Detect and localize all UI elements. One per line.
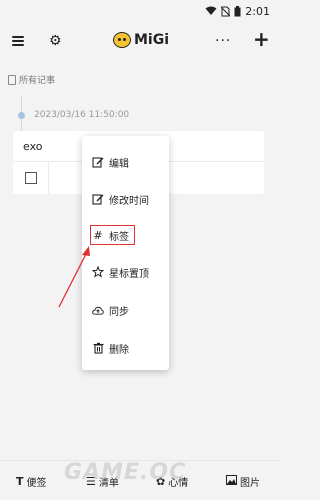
wifi-icon <box>205 6 217 16</box>
more-icon[interactable]: ··· <box>215 33 231 49</box>
menu-item-label: 同步 <box>109 306 129 318</box>
app-bar: ⚙ MiGi ··· + <box>0 26 280 60</box>
toolbar-text-note[interactable]: T 便签 <box>16 474 47 489</box>
menu-item-tag[interactable]: # 标签 <box>90 225 135 245</box>
note-icon <box>8 74 16 85</box>
star-icon <box>92 266 104 278</box>
image-icon <box>226 475 237 488</box>
menu-item-edit-time[interactable]: 修改时间 <box>92 191 149 207</box>
context-menu: 编辑 修改时间 # 标签 星标置顶 同步 删除 <box>82 136 169 370</box>
toolbar-image[interactable]: 图片 <box>226 474 260 489</box>
menu-item-sync[interactable]: 同步 <box>92 302 129 318</box>
cloud-upload-icon <box>92 304 104 316</box>
app-logo: MiGi <box>113 32 169 48</box>
breadcrumb[interactable]: 所有记事 <box>8 73 55 86</box>
note-title: exo <box>23 140 43 153</box>
trash-icon <box>92 342 104 354</box>
edit-icon <box>92 156 104 168</box>
menu-item-delete[interactable]: 删除 <box>92 340 129 356</box>
note-timestamp: 2023/03/16 11:50:00 <box>34 110 130 120</box>
checklist-checkbox[interactable] <box>25 172 37 184</box>
no-sim-icon <box>221 6 231 17</box>
checklist-separator <box>48 162 49 194</box>
gear-icon[interactable]: ⚙ <box>49 34 62 48</box>
mascot-icon <box>113 32 131 48</box>
edit-time-icon <box>92 193 104 205</box>
menu-item-edit[interactable]: 编辑 <box>92 154 129 170</box>
timeline-dot <box>18 112 25 119</box>
menu-icon[interactable] <box>12 36 24 46</box>
menu-item-star-pin[interactable]: 星标置顶 <box>92 264 149 280</box>
battery-icon <box>234 5 241 17</box>
watermark: GAME.OC <box>64 460 187 485</box>
status-bar: 2:01 <box>0 0 280 22</box>
hash-icon: # <box>93 228 103 242</box>
menu-item-label: 修改时间 <box>109 195 149 207</box>
menu-item-label: 标签 <box>109 231 129 243</box>
add-icon[interactable]: + <box>253 29 270 49</box>
menu-item-label: 星标置顶 <box>109 268 149 280</box>
menu-item-label: 删除 <box>109 344 129 356</box>
logo-text: MiGi <box>134 32 170 48</box>
breadcrumb-label: 所有记事 <box>19 76 56 86</box>
text-icon: T <box>16 475 24 488</box>
status-time: 2:01 <box>245 4 270 18</box>
menu-item-label: 编辑 <box>109 158 129 170</box>
